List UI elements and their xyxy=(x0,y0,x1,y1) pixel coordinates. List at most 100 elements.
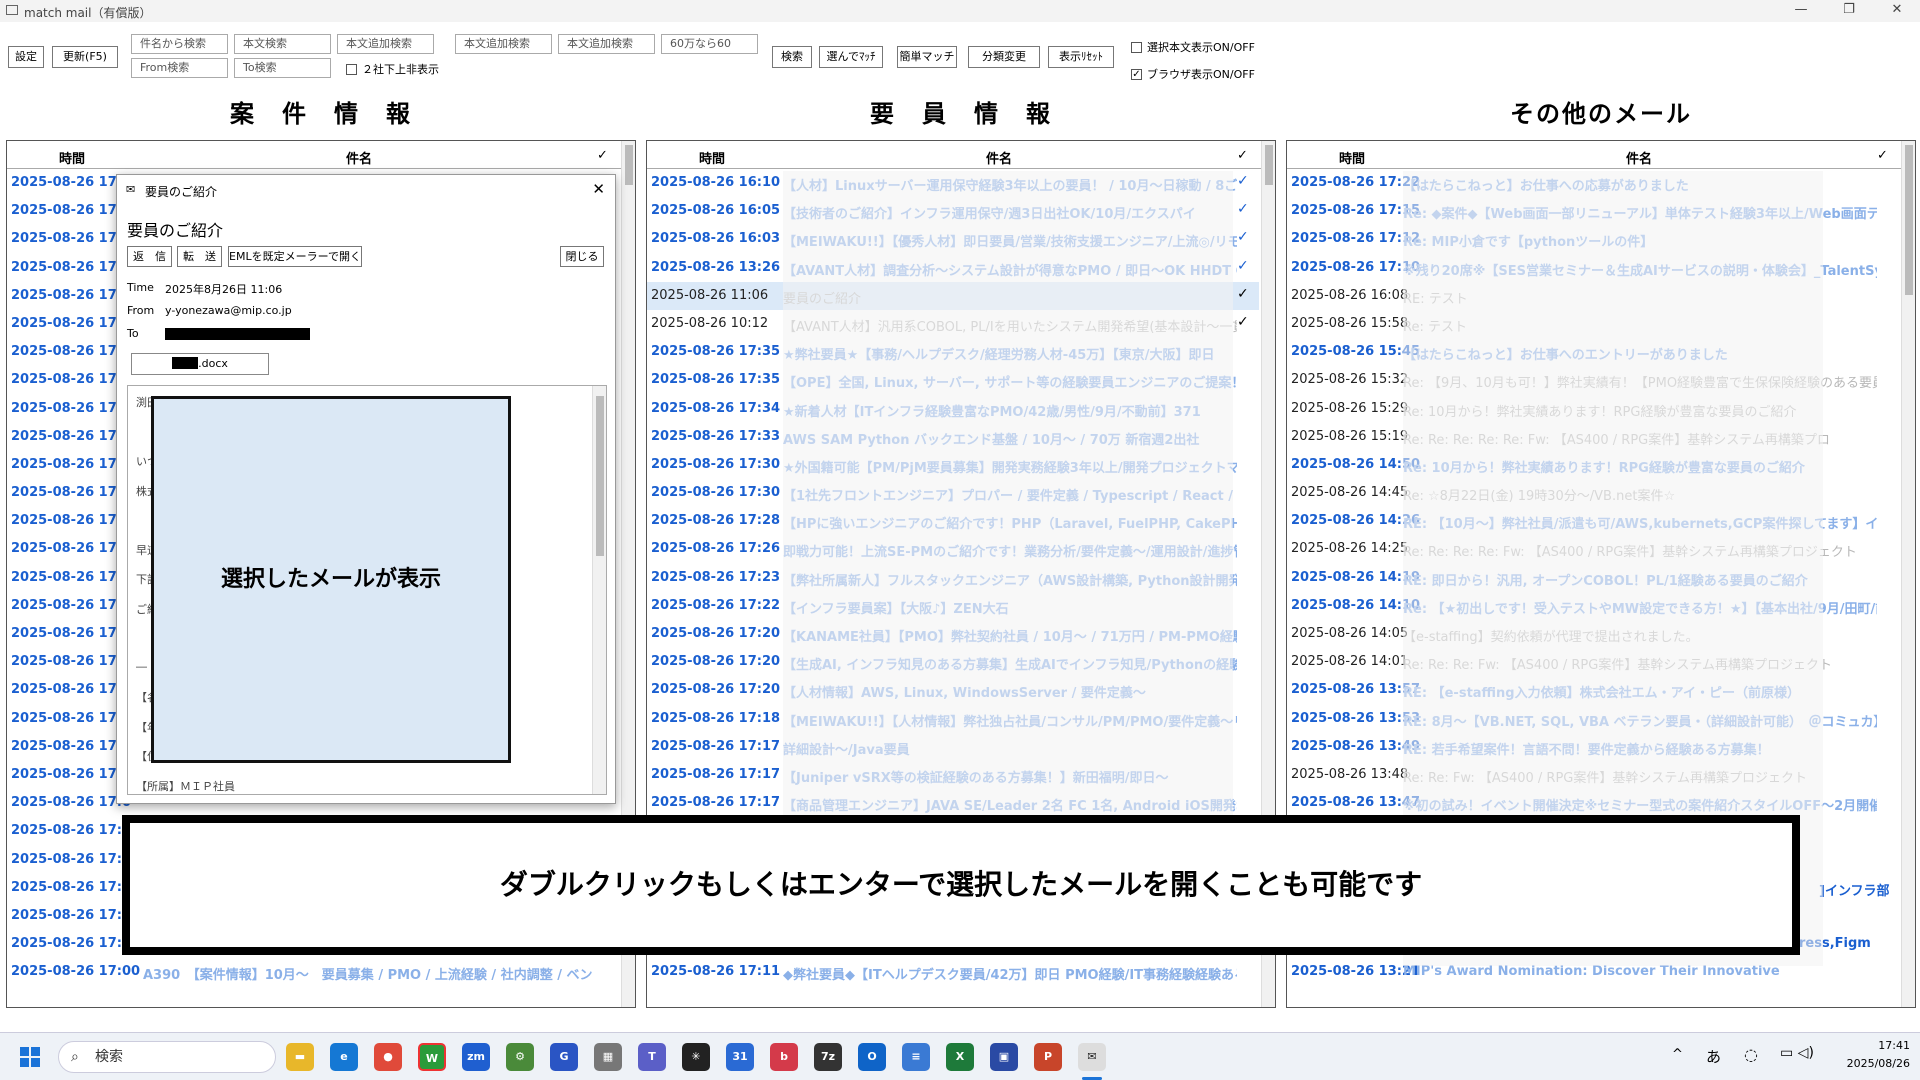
browser-display-toggle[interactable]: ✓ ブラウザ表示ON/OFF xyxy=(1131,66,1255,82)
popup-close-button[interactable]: 閉じる xyxy=(560,246,604,267)
check-column-header[interactable]: ✓ xyxy=(1877,148,1888,163)
maximize-button[interactable]: ❐ xyxy=(1834,2,1864,17)
simple-match-button[interactable]: 簡単マッチ xyxy=(897,46,957,68)
tool-icon[interactable]: ⚙ xyxy=(506,1043,534,1071)
copilot-icon[interactable]: ◌ xyxy=(1744,1045,1758,1064)
outlook-icon[interactable]: O xyxy=(858,1043,886,1071)
zoom-icon[interactable]: zm xyxy=(462,1043,490,1071)
ime-indicator[interactable]: あ xyxy=(1706,1046,1721,1067)
chrome-icon[interactable]: ● xyxy=(374,1043,402,1071)
row-check[interactable]: ✓ xyxy=(1237,201,1249,217)
row-time: 2025-08-26 14:26 xyxy=(1291,513,1421,529)
clock-time[interactable]: 17:41 xyxy=(1830,1039,1910,1052)
edge-icon[interactable]: e xyxy=(330,1043,358,1071)
table-row[interactable]: 2025-08-26 17:00 A390 【案件情報】10月～ 要員募集 / P… xyxy=(7,958,619,986)
checkbox-box[interactable] xyxy=(1131,41,1142,53)
row-time: 2025-08-26 15:58 xyxy=(1291,315,1409,331)
subject-column-header[interactable]: 件名 xyxy=(986,148,1012,167)
display-reset-button[interactable]: 表示ﾘｾｯﾄ xyxy=(1048,46,1114,68)
row-check[interactable]: ✓ xyxy=(1237,314,1249,330)
close-icon[interactable]: ✕ xyxy=(592,180,605,198)
subject-column-header[interactable]: 件名 xyxy=(1626,148,1652,167)
body-add-search-input-1[interactable]: 本文追加検索 xyxy=(337,34,434,54)
attachment-chip[interactable]: .docx xyxy=(131,353,269,375)
excel-icon[interactable]: X xyxy=(946,1043,974,1071)
7zip-icon[interactable]: 7z xyxy=(814,1043,842,1071)
row-time: 2025-08-26 13:47 xyxy=(1291,795,1421,811)
settings-button[interactable]: 設定 xyxy=(8,46,44,68)
app-icon[interactable]: b xyxy=(770,1043,798,1071)
calendar-icon[interactable]: 31 xyxy=(726,1043,754,1071)
others-heading: その他のメール xyxy=(1510,100,1692,128)
g-app-icon[interactable]: G xyxy=(550,1043,578,1071)
teams-icon[interactable]: T xyxy=(638,1043,666,1071)
hide-two-company-checkbox[interactable]: ２社下上非表示 xyxy=(346,61,439,77)
to-search-input[interactable]: To検索 xyxy=(234,58,331,78)
scroll-thumb[interactable] xyxy=(596,396,604,556)
clock-date[interactable]: 2025/08/26 xyxy=(1830,1057,1910,1070)
row-time: 2025-08-26 17:0 xyxy=(11,823,132,839)
time-column-header[interactable]: 時間 xyxy=(1339,148,1365,167)
chatgpt-icon[interactable]: ✳ xyxy=(682,1043,710,1071)
row-time: 2025-08-26 17:0 xyxy=(11,682,132,698)
subject-search-input[interactable]: 件名から検索 xyxy=(131,34,228,54)
row-time: 2025-08-26 17:2 xyxy=(11,315,132,331)
app-mail-icon xyxy=(6,5,18,15)
from-label: From xyxy=(127,304,155,317)
selected-body-toggle[interactable]: 選択本文表示ON/OFF xyxy=(1131,39,1255,55)
row-time: 2025-08-26 15:32 xyxy=(1291,372,1409,388)
row-subject: ◆弊社要員◆【ITヘルプデスク要員/42万】即日 PMO経験/IT事務経験経験あ… xyxy=(783,968,1237,984)
price-threshold-input[interactable]: 60万なら60 xyxy=(661,34,758,54)
scroll-thumb[interactable] xyxy=(1905,145,1913,295)
from-search-input[interactable]: From検索 xyxy=(131,58,228,78)
others-scrollbar[interactable] xyxy=(1901,141,1915,1007)
row-time: 2025-08-26 16:08 xyxy=(1291,287,1409,303)
word-app-icon[interactable]: W xyxy=(418,1043,446,1071)
body-add-search-input-2[interactable]: 本文追加検索 xyxy=(455,34,552,54)
row-time: 2025-08-26 16:03 xyxy=(651,231,781,247)
row-check[interactable]: ✓ xyxy=(1237,173,1249,189)
scroll-thumb[interactable] xyxy=(625,145,633,185)
taskbar-search[interactable]: ⌕ 検索 xyxy=(58,1041,276,1073)
row-time: 2025-08-26 16:10 xyxy=(651,175,781,190)
checkbox-checked-box[interactable]: ✓ xyxy=(1131,68,1142,80)
row-time: 2025-08-26 17:2 xyxy=(11,344,132,360)
refresh-button[interactable]: 更新(F5) xyxy=(52,46,118,68)
checkbox-box[interactable] xyxy=(346,63,357,75)
file-explorer-icon[interactable]: ▬ xyxy=(286,1043,314,1071)
category-change-button[interactable]: 分類変更 xyxy=(968,46,1040,68)
calculator-icon[interactable]: ▦ xyxy=(594,1043,622,1071)
close-window-button[interactable]: ✕ xyxy=(1882,2,1912,17)
row-time: 2025-08-26 17:1 xyxy=(11,597,132,613)
match-mail-icon[interactable]: ✉ xyxy=(1078,1043,1106,1071)
row-time: 2025-08-26 13:48 xyxy=(1291,766,1409,782)
row-check[interactable]: ✓ xyxy=(1237,286,1249,302)
time-column-header[interactable]: 時間 xyxy=(699,148,725,167)
notepad-icon[interactable]: ≡ xyxy=(902,1043,930,1071)
minimize-button[interactable]: — xyxy=(1786,2,1816,17)
row-time: 2025-08-26 11:06 xyxy=(651,287,769,303)
start-icon[interactable] xyxy=(20,1047,40,1067)
body-line: ― xyxy=(136,659,147,673)
mail-body-scrollbar[interactable] xyxy=(592,386,606,794)
pick-match-button[interactable]: 選んでﾏｯﾁ xyxy=(819,46,883,68)
body-search-input[interactable]: 本文検索 xyxy=(234,34,331,54)
powerpoint-icon[interactable]: P xyxy=(1034,1043,1062,1071)
forward-button[interactable]: 転 送 xyxy=(177,246,222,267)
chevron-up-icon[interactable]: ^ xyxy=(1672,1047,1683,1062)
body-add-search-input-3[interactable]: 本文追加検索 xyxy=(558,34,655,54)
subject-column-header[interactable]: 件名 xyxy=(346,148,372,167)
row-check[interactable]: ✓ xyxy=(1237,229,1249,245)
time-column-header[interactable]: 時間 xyxy=(59,148,85,167)
open-eml-button[interactable]: EMLを既定メーラーで開く xyxy=(228,246,362,267)
row-time: 2025-08-26 17:30 xyxy=(651,485,781,501)
search-button[interactable]: 検索 xyxy=(772,46,812,68)
scroll-thumb[interactable] xyxy=(1265,145,1273,185)
network-volume-icon[interactable]: ▭ ◁) xyxy=(1780,1045,1814,1061)
row-check[interactable]: ✓ xyxy=(1237,258,1249,274)
check-column-header[interactable]: ✓ xyxy=(597,148,608,163)
reply-button[interactable]: 返 信 xyxy=(127,246,172,267)
remote-app-icon[interactable]: ▣ xyxy=(990,1043,1018,1071)
check-column-header[interactable]: ✓ xyxy=(1237,148,1248,163)
table-row[interactable]: 2025-08-26 17:11 ◆弊社要員◆【ITヘルプデスク要員/42万】即日… xyxy=(647,958,1259,986)
